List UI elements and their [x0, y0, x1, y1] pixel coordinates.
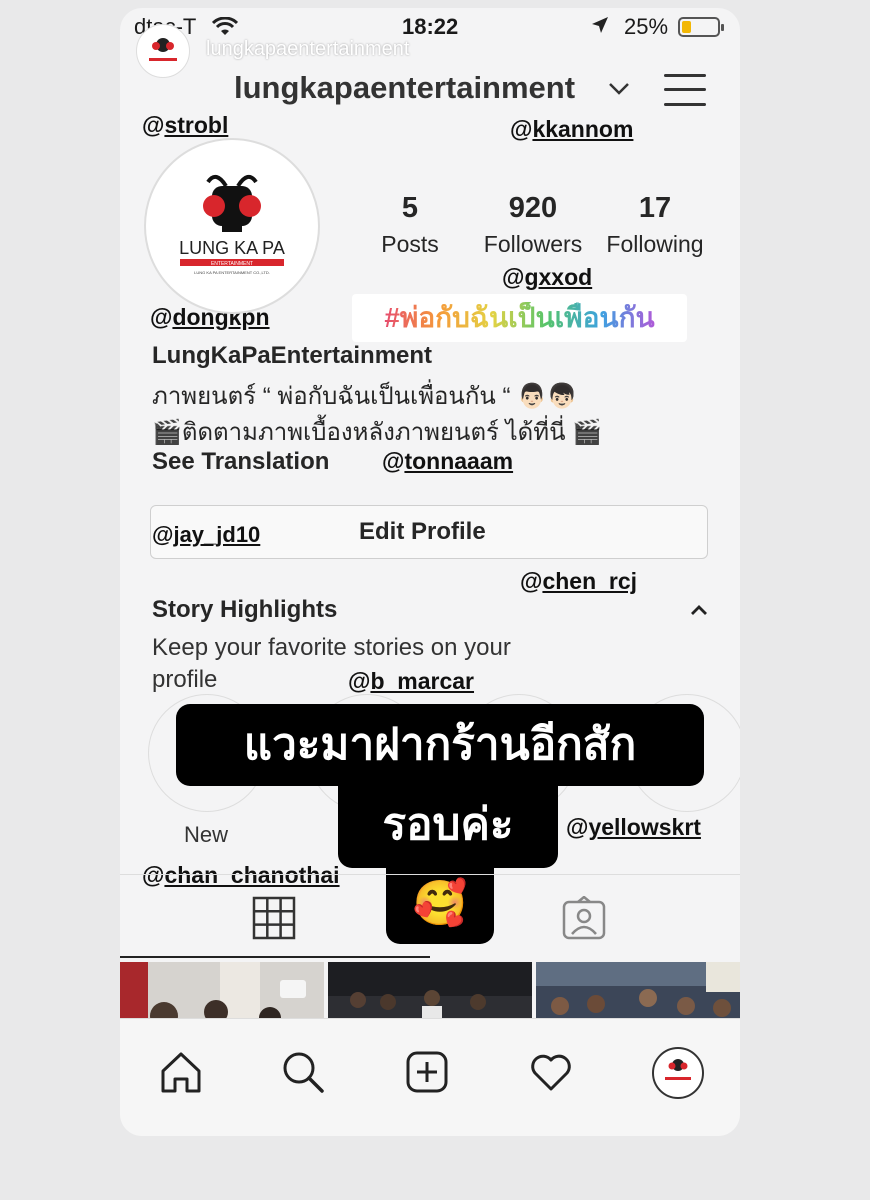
home-icon[interactable] [158, 1049, 204, 1095]
mention-tag[interactable]: @chan_chanothai [142, 862, 340, 889]
followers-stat[interactable]: 920 Followers [476, 192, 590, 258]
story-highlights-description: Keep your favorite stories on your profi… [152, 634, 511, 693]
add-post-icon[interactable] [404, 1049, 450, 1095]
story-text-sticker: แวะมาฝากร้านอีกสัก [176, 704, 704, 786]
search-icon[interactable] [280, 1049, 326, 1095]
post-thumbnail[interactable] [120, 962, 324, 1020]
story-user-avatar[interactable] [136, 24, 190, 78]
mention-tag[interactable]: @chen_rcj [520, 568, 637, 595]
story-username[interactable]: lungkapaentertainment [206, 38, 409, 61]
bio-line: 🎬ติดตามภาพเบื้องหลังภาพยนตร์ ได้ที่นี่ 🎬 [152, 419, 603, 446]
posts-stat[interactable]: 5 Posts [370, 192, 450, 258]
mention-tag[interactable]: @tonnaaam [382, 448, 513, 475]
chevron-up-icon[interactable] [690, 604, 708, 616]
profile-nav-avatar[interactable] [652, 1047, 704, 1099]
logo-text: LUNG KA PA [179, 238, 285, 258]
mention-tag[interactable]: @yellowskrt [566, 814, 701, 841]
profile-display-name: LungKaPaEntertainment [152, 342, 433, 369]
story-highlights-title[interactable]: Story Highlights [152, 596, 337, 624]
instagram-profile-screen: dtac-T 18:22 25% lungkapaentertainment l… [120, 8, 740, 1136]
hashtag-sticker[interactable]: #พ่อกับฉันเป็นเพื่อนกัน [352, 294, 687, 342]
battery-icon [678, 17, 724, 37]
profile-username-header[interactable]: lungkapaentertainment [234, 70, 575, 106]
following-stat[interactable]: 17 Following [598, 192, 712, 258]
clock: 18:22 [402, 14, 459, 39]
smiling-face-hearts-emoji: 🥰 [386, 864, 494, 944]
chevron-down-icon[interactable] [608, 82, 630, 96]
wifi-icon [212, 17, 238, 35]
see-translation-link[interactable]: See Translation [152, 448, 329, 476]
profile-avatar[interactable]: LUNG KA PA ENTERTAINMENT LUNG KA PA ENTE… [144, 138, 320, 314]
mention-tag[interactable]: @strobl [142, 112, 228, 139]
lungkapa-logo: LUNG KA PA ENTERTAINMENT LUNG KA PA ENTE… [179, 174, 285, 275]
logo-subtext: ENTERTAINMENT [211, 261, 253, 267]
logo-smalltext: LUNG KA PA ENTERTAINMENT CO.,LTD. [194, 270, 270, 275]
post-thumbnail[interactable] [328, 962, 532, 1020]
bottom-nav-bar [120, 1018, 740, 1136]
mention-tag[interactable]: @kkannom [510, 116, 633, 143]
battery-level-fill [682, 21, 691, 33]
story-text-sticker: รอบค่ะ [338, 782, 558, 868]
menu-icon[interactable] [664, 72, 706, 108]
mention-tag[interactable]: @jay_jd10 [152, 522, 260, 548]
heart-icon[interactable] [528, 1049, 574, 1095]
active-tab-indicator [120, 956, 430, 958]
new-highlight-label: New [184, 822, 229, 847]
tagged-photos-icon[interactable] [560, 896, 608, 940]
mention-tag[interactable]: @gxxod [502, 264, 592, 291]
post-grid [120, 962, 740, 1020]
grid-icon[interactable] [252, 896, 296, 940]
location-arrow-icon [592, 17, 608, 33]
bio-line: ภาพยนตร์ “ พ่อกับฉันเป็นเพื่อนกัน “ 👨🏻👦🏻 [152, 383, 577, 410]
post-thumbnail[interactable] [536, 962, 740, 1020]
battery-percent: 25% [624, 14, 669, 39]
